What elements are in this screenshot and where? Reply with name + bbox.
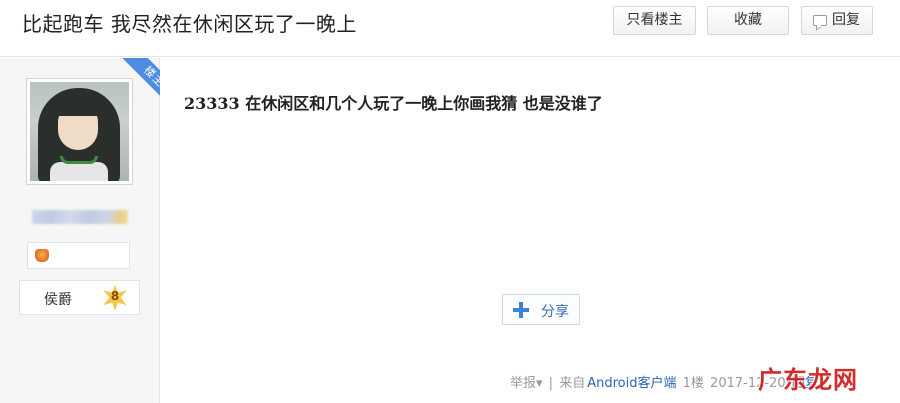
avatar-shirt bbox=[50, 162, 108, 181]
avatar-bangs bbox=[54, 92, 104, 116]
footer-separator: | bbox=[548, 376, 554, 391]
floor-number: 1楼 bbox=[682, 376, 704, 391]
thread-header: 比起跑车 我尽然在休闲区玩了一晚上 只看楼主 收藏 回复 bbox=[0, 0, 900, 57]
source-prefix: 来自 bbox=[559, 376, 586, 391]
post-content: 23333 在休闲区和几个人玩了一晚上你画我猜 也是没谁了 bbox=[184, 94, 603, 113]
badge-box bbox=[27, 242, 130, 269]
watermark: 广东龙网 bbox=[758, 366, 858, 394]
author-sidebar: 楼主 侯爵 8 bbox=[0, 58, 160, 403]
share-label: 分享 bbox=[541, 304, 569, 320]
comment-icon bbox=[813, 15, 827, 26]
level-name: 侯爵 bbox=[44, 292, 72, 308]
collect-button[interactable]: 收藏 bbox=[707, 6, 789, 35]
username-blurred[interactable] bbox=[32, 210, 128, 224]
avatar-frame[interactable] bbox=[26, 78, 133, 185]
reply-button[interactable]: 回复 bbox=[801, 6, 873, 35]
share-button[interactable]: 分享 bbox=[502, 294, 580, 325]
avatar[interactable] bbox=[30, 82, 129, 181]
plus-icon bbox=[513, 302, 529, 318]
thread-title: 比起跑车 我尽然在休闲区玩了一晚上 bbox=[22, 12, 357, 36]
only-op-button[interactable]: 只看楼主 bbox=[613, 6, 696, 35]
level-number: 8 bbox=[110, 289, 120, 303]
report-link[interactable]: 举报▾ bbox=[510, 376, 543, 391]
reply-button-label: 回复 bbox=[832, 12, 860, 28]
level-box: 侯爵 8 bbox=[19, 280, 140, 315]
source-client-link[interactable]: Android客户端 bbox=[587, 376, 676, 391]
game-badge-icon[interactable] bbox=[35, 249, 49, 262]
avatar-collar bbox=[60, 156, 98, 164]
